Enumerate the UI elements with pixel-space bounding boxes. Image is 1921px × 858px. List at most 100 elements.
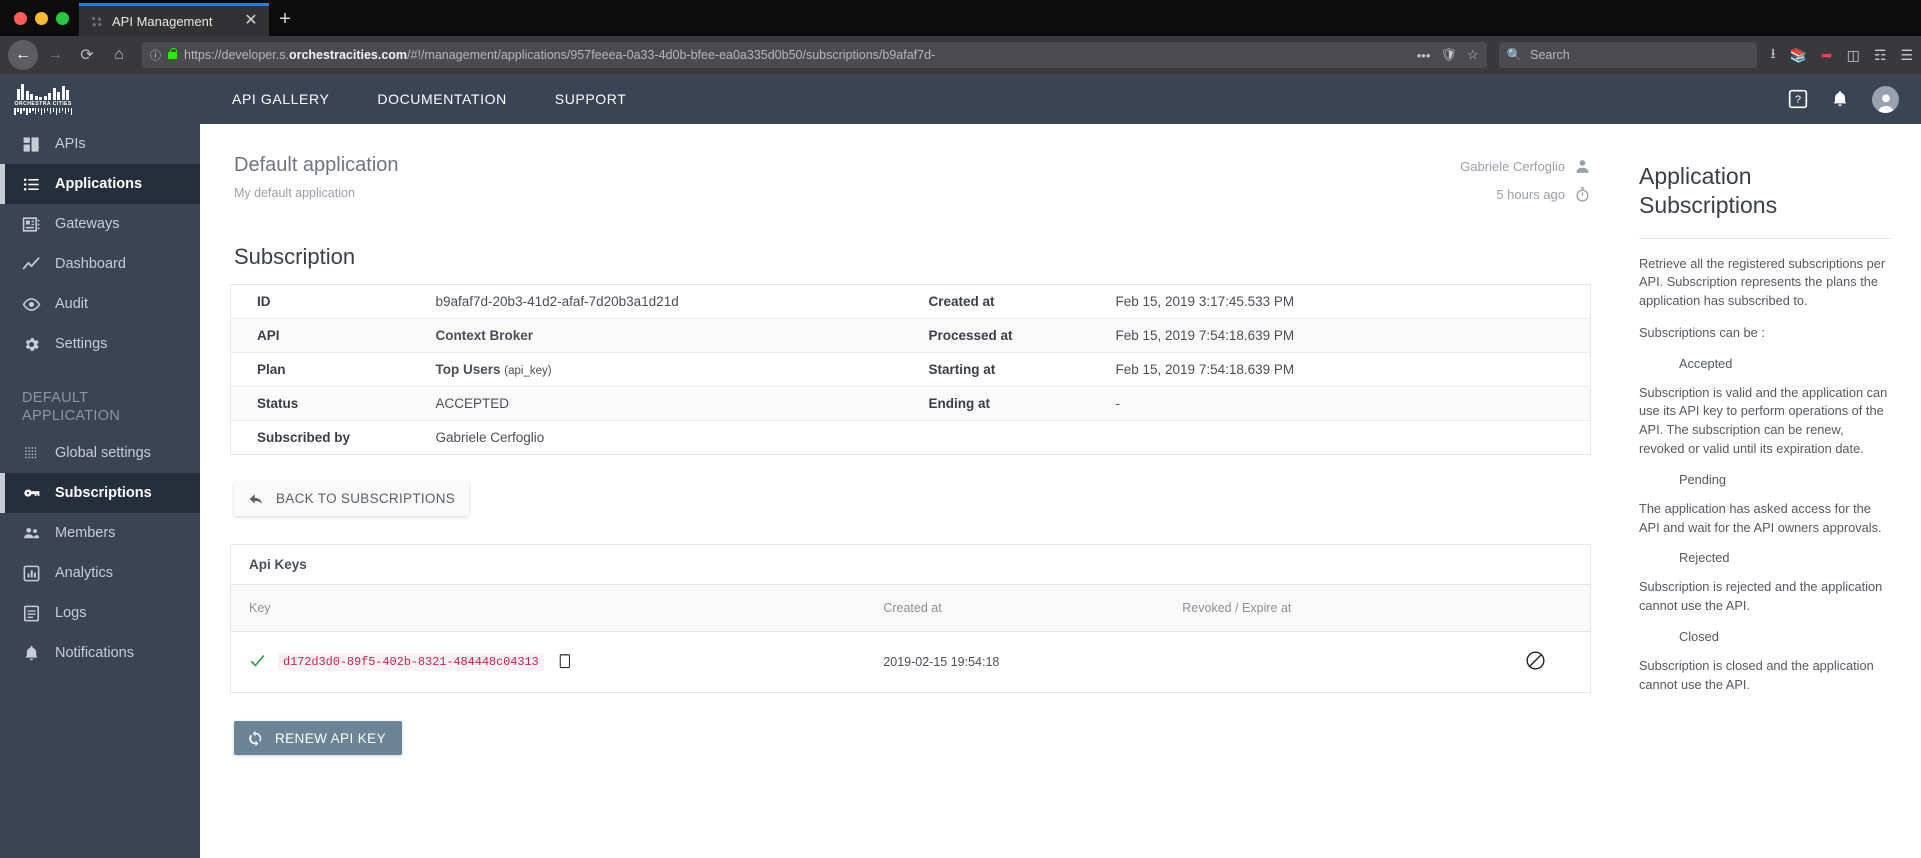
api-key-revoked-expire-at (1182, 632, 1481, 693)
copy-icon[interactable] (556, 651, 573, 673)
sidebar-item-label: Subscriptions (55, 485, 152, 502)
table-row: Status ACCEPTED Ending at - (230, 386, 1591, 421)
forward-button[interactable]: → (40, 40, 70, 70)
user-avatar[interactable] (1872, 85, 1899, 113)
renew-api-key-label: RENEW API KEY (275, 730, 386, 746)
global-settings-icon (22, 444, 41, 463)
sidebar-item-analytics[interactable]: Analytics (0, 553, 200, 593)
sidebar-item-label: Gateways (55, 216, 120, 232)
sidebar-item-members[interactable]: Members (0, 513, 200, 553)
browser-tab[interactable]: API Management ✕ (79, 3, 269, 36)
top-nav-api-gallery[interactable]: API GALLERY (208, 91, 353, 107)
sidebar-item-label: Audit (55, 296, 89, 312)
application-meta: Gabriele Cerfoglio 5 hours ago (1460, 146, 1591, 214)
app-menu-icon[interactable]: ☰ (1900, 47, 1913, 64)
search-icon: 🔍 (1506, 47, 1523, 62)
applications-icon (22, 175, 41, 194)
back-to-subscriptions-button[interactable]: BACK TO SUBSCRIPTIONS (234, 481, 470, 516)
sidebar-item-label: Analytics (55, 565, 114, 582)
sidebar-item-global-settings[interactable]: Global settings (0, 433, 200, 473)
logo-bars-icon (16, 83, 70, 100)
dashboard-icon (22, 255, 41, 274)
api-keys-panel: Api Keys Key Created at Revoked / Expire… (230, 544, 1591, 693)
search-placeholder: Search (1530, 48, 1570, 62)
library-icon[interactable]: 📚 (1789, 47, 1806, 64)
top-nav-documentation[interactable]: DOCUMENTATION (353, 91, 530, 107)
api-key-actions (1481, 632, 1590, 693)
person-icon (1576, 160, 1589, 173)
close-tab-icon[interactable]: ✕ (243, 13, 259, 29)
gear-icon (22, 335, 41, 354)
row-value: b9afaf7d-20b3-41d2-afaf-7d20b3a1d21d (435, 294, 679, 309)
brand-logo[interactable]: ORCHESTRA CITIES (0, 74, 200, 124)
api-keys-title: Api Keys (231, 545, 1590, 585)
sidebar-item-logs[interactable]: Logs (0, 593, 200, 633)
sidebar-item-applications[interactable]: Applications (0, 164, 200, 204)
row-value-2: Feb 15, 2019 3:17:45.533 PM (1115, 294, 1295, 309)
renew-api-key-button[interactable]: RENEW API KEY (234, 721, 402, 755)
table-row: API Context Broker Processed at Feb 15, … (230, 318, 1591, 353)
plan-type: (api_key) (504, 365, 552, 377)
shield-icon[interactable]: 🛡 (1440, 47, 1457, 63)
help-term-rejected: Rejected (1679, 550, 1730, 566)
reload-button[interactable]: ⟳ (72, 40, 102, 70)
sidebar-item-dashboard[interactable]: Dashboard (0, 244, 200, 284)
gateways-icon (22, 215, 41, 234)
sidebar-item-label: Settings (55, 336, 108, 352)
page-subtitle: My default application (234, 186, 355, 200)
sidebar-item-label: Members (55, 525, 116, 542)
site-info-icon[interactable]: ⓘ (150, 47, 161, 63)
application-root: ORCHESTRA CITIES APIs Applications Gatew… (0, 74, 1921, 858)
help-term-closed: Closed (1679, 629, 1719, 645)
help-paragraph: Subscription is valid and the applicatio… (1639, 384, 1888, 457)
brand-name: ORCHESTRA CITIES (14, 100, 72, 107)
row-value: Gabriele Cerfoglio (435, 430, 545, 445)
revoke-icon[interactable] (1525, 651, 1546, 674)
table-header-row: Key Created at Revoked / Expire at (231, 585, 1590, 632)
browser-toolbar: ← → ⟳ ⌂ ⓘ https://developer.s.orchestrac… (0, 36, 1921, 74)
home-button[interactable]: ⌂ (104, 40, 134, 70)
containers-icon[interactable]: ☶ (1874, 47, 1887, 64)
new-tab-button[interactable]: + (269, 3, 301, 36)
close-window-button[interactable] (14, 11, 27, 25)
pocket-icon[interactable]: ➦ (1821, 47, 1833, 64)
back-to-subscriptions-label: BACK TO SUBSCRIPTIONS (276, 491, 456, 506)
sidebar-toggle-icon[interactable]: ◫ (1847, 47, 1860, 64)
row-value: Context Broker (435, 328, 534, 343)
owner-name: Gabriele Cerfoglio (1460, 159, 1565, 174)
minimize-window-button[interactable] (35, 11, 48, 25)
maximize-window-button[interactable] (56, 11, 69, 25)
updated-row: 5 hours ago (1460, 186, 1591, 203)
section-title-subscription: Subscription (234, 244, 356, 269)
sidebar-item-audit[interactable]: Audit (0, 284, 200, 324)
sidebar-item-subscriptions[interactable]: Subscriptions (0, 473, 200, 514)
bookmark-star-icon[interactable]: ☆ (1467, 47, 1479, 63)
help-icon[interactable]: ? (1788, 89, 1808, 109)
toolbar-icons: ⭳ 📚 ➦ ◫ ☶ ☰ (1771, 43, 1913, 67)
sidebar-item-label: APIs (55, 136, 86, 152)
sidebar-item-apis[interactable]: APIs (0, 124, 200, 164)
sidebar-item-notifications[interactable]: Notifications (0, 633, 200, 673)
api-keys-table: Key Created at Revoked / Expire at d172d… (231, 585, 1590, 692)
row-value-2: Feb 15, 2019 7:54:18.639 PM (1115, 362, 1295, 377)
page-actions-icon[interactable]: ••• (1417, 48, 1431, 63)
stopwatch-icon (1576, 187, 1589, 202)
sidebar-item-gateways[interactable]: Gateways (0, 204, 200, 244)
help-paragraph: Subscriptions can be : (1639, 324, 1765, 340)
notifications-bell-icon[interactable] (1830, 89, 1850, 109)
url-domain: orchestracities.com (288, 48, 408, 62)
analytics-icon (22, 564, 41, 583)
address-bar[interactable]: ⓘ https://developer.s.orchestracities.co… (142, 42, 1487, 68)
api-key-value[interactable]: d172d3d0-89f5-402b-8321-484448c04313 (278, 653, 544, 671)
favicon-icon (89, 13, 104, 29)
row-key: Plan (257, 362, 286, 377)
row-key-2 (911, 421, 1116, 455)
back-button[interactable]: ← (8, 40, 38, 70)
downloads-icon[interactable]: ⭳ (1771, 43, 1776, 67)
help-paragraph: Retrieve all the registered subscription… (1639, 255, 1886, 309)
sidebar-item-settings[interactable]: Settings (0, 324, 200, 364)
search-bar[interactable]: 🔍 Search (1498, 42, 1757, 68)
top-nav-support[interactable]: SUPPORT (531, 91, 651, 107)
sidebar-item-label: Global settings (55, 445, 151, 462)
sidebar: ORCHESTRA CITIES APIs Applications Gatew… (0, 74, 200, 858)
